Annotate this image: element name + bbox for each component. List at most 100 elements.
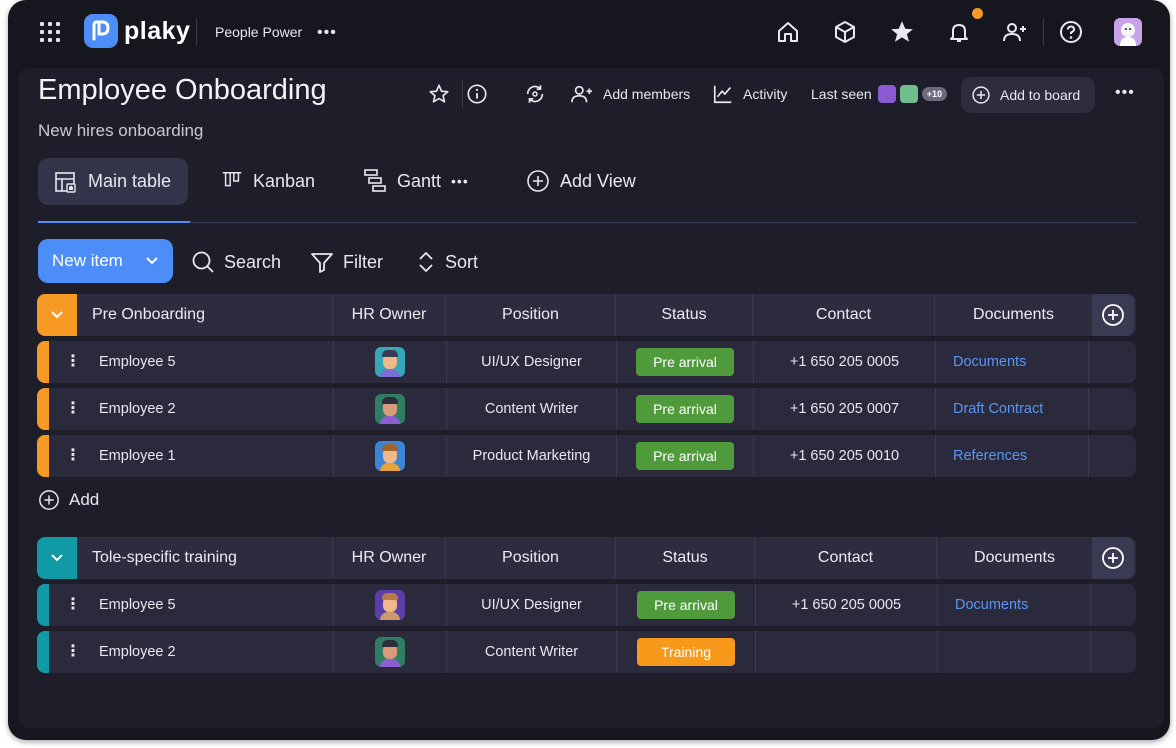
status-cell[interactable]: Pre arrival — [617, 341, 754, 383]
invite-user-icon[interactable] — [1001, 18, 1029, 46]
add-view-button[interactable]: Add View — [526, 169, 636, 193]
viewer-avatar — [899, 85, 918, 103]
group-name[interactable]: Pre Onboarding — [77, 294, 333, 336]
item-name-cell[interactable]: ⋮ Employee 5 — [49, 584, 334, 626]
column-header-hr-owner[interactable]: HR Owner — [333, 537, 446, 579]
add-item-button[interactable]: Add — [38, 489, 99, 511]
add-column-button[interactable] — [1092, 294, 1134, 336]
row-menu-kebab-icon[interactable]: ⋮ — [65, 644, 81, 660]
status-badge[interactable]: Pre arrival — [636, 395, 734, 423]
position-cell[interactable]: UI/UX Designer — [447, 341, 617, 383]
status-badge[interactable]: Pre arrival — [636, 348, 734, 376]
status-cell[interactable]: Pre arrival — [617, 435, 754, 477]
documents-link[interactable] — [938, 631, 1091, 673]
item-name-cell[interactable]: ⋮ Employee 2 — [49, 631, 334, 673]
contact-cell[interactable]: +1 650 205 0010 — [754, 435, 936, 477]
employee-avatar-teal — [375, 347, 405, 377]
table-row[interactable]: ⋮ Employee 2 Content Writer Pre arrival … — [37, 388, 1136, 430]
row-group-color — [37, 388, 49, 430]
hr-owner-cell[interactable] — [334, 341, 447, 383]
favorite-star-icon[interactable] — [428, 83, 450, 105]
new-item-button[interactable]: New item — [38, 239, 173, 283]
tab-gantt[interactable]: Gantt ••• — [363, 168, 469, 194]
last-seen-widget[interactable]: Last seen +10 — [811, 85, 947, 103]
board-more-button[interactable]: ••• — [1115, 84, 1135, 102]
status-cell[interactable]: Training — [617, 631, 756, 673]
column-header-position[interactable]: Position — [446, 294, 616, 336]
workspace-name[interactable]: People Power — [215, 24, 302, 40]
tab-main-table[interactable]: Main table — [38, 158, 188, 205]
column-header-position[interactable]: Position — [446, 537, 616, 579]
add-to-board-label: Add to board — [1000, 87, 1081, 103]
gantt-more-button[interactable]: ••• — [451, 173, 469, 189]
status-cell[interactable]: Pre arrival — [617, 584, 756, 626]
add-members-button[interactable]: Add members — [570, 83, 690, 105]
hr-owner-cell[interactable] — [334, 435, 447, 477]
contact-cell[interactable] — [756, 631, 938, 673]
table-row[interactable]: ⋮ Employee 1 Product Marketing Pre arriv… — [37, 435, 1136, 477]
table-row[interactable]: ⋮ Employee 5 UI/UX Designer Pre arrival … — [37, 341, 1136, 383]
row-menu-kebab-icon[interactable]: ⋮ — [65, 597, 81, 613]
apps-grid-icon[interactable] — [38, 20, 62, 44]
hr-owner-cell[interactable] — [334, 388, 447, 430]
status-badge[interactable]: Pre arrival — [636, 442, 734, 470]
sync-icon[interactable] — [524, 83, 546, 105]
contact-cell[interactable]: +1 650 205 0007 — [754, 388, 936, 430]
help-icon[interactable] — [1057, 18, 1085, 46]
column-header-status[interactable]: Status — [616, 294, 753, 336]
hr-owner-cell[interactable] — [334, 631, 447, 673]
position-cell[interactable]: Product Marketing — [447, 435, 617, 477]
sort-label: Sort — [445, 251, 479, 272]
sort-button[interactable]: Sort — [416, 250, 478, 274]
column-header-contact[interactable]: Contact — [753, 294, 935, 336]
chevron-down-icon[interactable] — [145, 256, 159, 266]
item-name-cell[interactable]: ⋮ Employee 5 — [49, 341, 334, 383]
column-header-contact[interactable]: Contact — [755, 537, 937, 579]
filter-button[interactable]: Filter — [310, 250, 383, 274]
group-name[interactable]: Tole-specific training — [77, 537, 333, 579]
plaky-logo[interactable]: plaky — [84, 14, 190, 48]
star-filled-icon[interactable] — [888, 18, 916, 46]
plaky-logo-text: plaky — [124, 16, 191, 45]
status-badge[interactable]: Training — [637, 638, 735, 666]
hr-owner-cell[interactable] — [334, 584, 447, 626]
contact-cell[interactable]: +1 650 205 0005 — [756, 584, 938, 626]
documents-link[interactable]: Documents — [936, 341, 1089, 383]
add-column-button[interactable] — [1092, 537, 1134, 579]
status-badge[interactable]: Pre arrival — [637, 591, 735, 619]
workspace-more-button[interactable]: ••• — [317, 24, 337, 42]
row-menu-kebab-icon[interactable]: ⋮ — [65, 354, 81, 370]
position-cell[interactable]: Content Writer — [447, 388, 617, 430]
row-menu-kebab-icon[interactable]: ⋮ — [65, 401, 81, 417]
column-header-status[interactable]: Status — [616, 537, 755, 579]
documents-link[interactable]: Documents — [938, 584, 1091, 626]
activity-label: Activity — [743, 86, 788, 102]
position-cell[interactable]: UI/UX Designer — [447, 584, 617, 626]
tab-kanban[interactable]: Kanban — [221, 170, 315, 192]
info-icon[interactable] — [466, 83, 488, 105]
home-icon[interactable] — [774, 18, 802, 46]
group-collapse-toggle[interactable] — [37, 537, 77, 579]
add-to-board-button[interactable]: Add to board — [961, 77, 1095, 113]
chevron-down-icon — [51, 554, 63, 562]
item-name-cell[interactable]: ⋮ Employee 1 — [49, 435, 334, 477]
item-name-cell[interactable]: ⋮ Employee 2 — [49, 388, 334, 430]
group-collapse-toggle[interactable] — [37, 294, 77, 336]
table-row[interactable]: ⋮ Employee 2 Content Writer Training — [37, 631, 1136, 673]
status-cell[interactable]: Pre arrival — [617, 388, 754, 430]
activity-button[interactable]: Activity — [712, 83, 787, 105]
table-row[interactable]: ⋮ Employee 5 UI/UX Designer Pre arrival … — [37, 584, 1136, 626]
column-header-documents[interactable]: Documents — [937, 537, 1092, 579]
contact-cell[interactable]: +1 650 205 0005 — [754, 341, 936, 383]
bell-icon[interactable] — [945, 18, 973, 46]
cube-icon[interactable] — [831, 18, 859, 46]
search-button[interactable]: Search — [191, 250, 281, 274]
documents-link[interactable]: References — [936, 435, 1089, 477]
position-cell[interactable]: Content Writer — [447, 631, 617, 673]
column-header-hr-owner[interactable]: HR Owner — [333, 294, 446, 336]
column-header-documents[interactable]: Documents — [935, 294, 1092, 336]
row-menu-kebab-icon[interactable]: ⋮ — [65, 448, 81, 464]
chevron-down-icon — [51, 311, 63, 319]
documents-link[interactable]: Draft Contract — [936, 388, 1089, 430]
user-avatar[interactable] — [1114, 18, 1142, 46]
